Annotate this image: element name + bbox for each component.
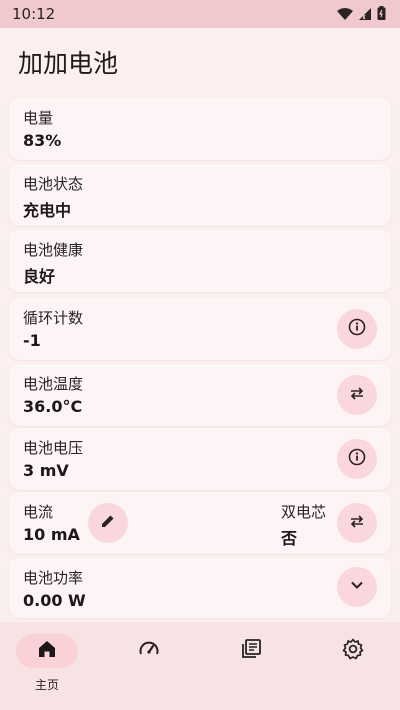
info-icon	[348, 318, 366, 340]
battery-voltage-card: 电池电压 3 mV	[9, 428, 391, 490]
card-value: 83%	[23, 131, 62, 150]
battery-power-card: 电池功率 0.00 W	[9, 558, 391, 618]
battery-capacity-card: 电量 83%	[9, 98, 391, 160]
dual-cell-label: 双电芯	[281, 503, 327, 521]
nav-home[interactable]	[16, 634, 78, 668]
nav-history[interactable]	[220, 634, 282, 668]
card-value: 3 mV	[23, 461, 69, 480]
card-label: 循环计数	[23, 309, 84, 327]
dual-cell-toggle-button[interactable]	[337, 503, 377, 543]
card-value: -1	[23, 331, 41, 350]
gear-icon	[342, 638, 364, 664]
card-label: 电量	[23, 109, 54, 127]
speedometer-icon	[137, 637, 161, 665]
card-label: 电池健康	[23, 241, 84, 259]
wifi-icon	[337, 5, 353, 24]
card-label: 电池电压	[23, 439, 84, 457]
cycle-count-card: 循环计数 -1	[9, 298, 391, 360]
pencil-icon	[100, 513, 116, 533]
swap-arrows-icon	[348, 384, 366, 406]
battery-current-card: 电流 10 mA 双电芯 否	[9, 492, 391, 554]
info-icon	[348, 448, 366, 470]
battery-icon	[377, 5, 386, 24]
app-title: 加加电池	[18, 49, 119, 78]
temperature-unit-toggle-button[interactable]	[337, 375, 377, 415]
nav-speed[interactable]	[118, 634, 180, 668]
battery-temperature-card: 电池温度 36.0°C	[9, 364, 391, 426]
cycle-info-button[interactable]	[337, 309, 377, 349]
home-icon	[37, 639, 57, 663]
status-icons	[337, 5, 386, 24]
card-value: 充电中	[23, 201, 72, 220]
card-value: 良好	[23, 267, 56, 286]
voltage-info-button[interactable]	[337, 439, 377, 479]
nav-home-label: 主页	[34, 678, 59, 692]
battery-status-card: 电池状态 充电中	[9, 164, 391, 226]
edit-current-button[interactable]	[88, 503, 128, 543]
status-bar: 10:12	[0, 0, 400, 28]
card-label: 电池温度	[23, 375, 84, 393]
card-value: 36.0°C	[23, 397, 83, 416]
bottom-navigation: 主页	[0, 622, 400, 710]
battery-health-card: 电池健康 良好	[9, 230, 391, 292]
expand-power-button[interactable]	[337, 567, 377, 607]
card-value: 0.00 W	[23, 591, 86, 610]
chevron-down-icon	[349, 577, 365, 597]
dual-cell-value: 否	[281, 529, 298, 548]
card-value: 10 mA	[23, 525, 80, 544]
card-label: 电池状态	[23, 175, 84, 193]
signal-icon	[359, 5, 371, 24]
card-label: 电池功率	[23, 569, 84, 587]
status-time: 10:12	[12, 5, 56, 23]
card-label: 电流	[23, 503, 54, 521]
nav-settings[interactable]	[322, 634, 384, 668]
document-list-icon	[240, 638, 262, 664]
swap-arrows-icon	[348, 512, 366, 534]
